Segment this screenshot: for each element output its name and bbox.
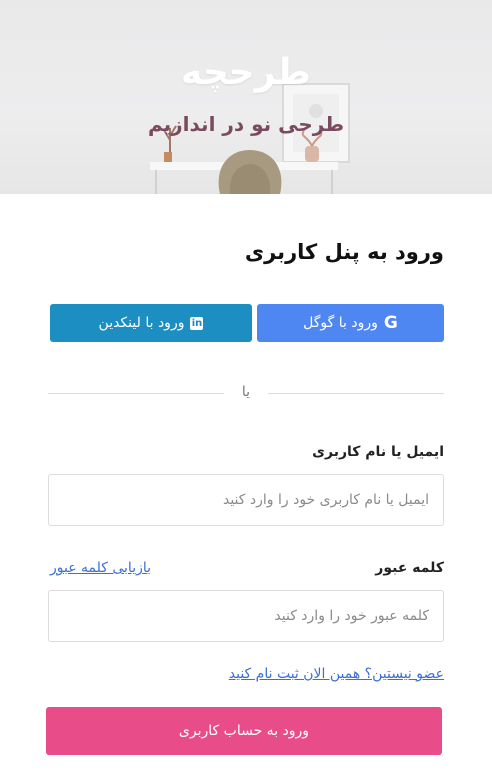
hero-tagline: طرحی نو در اندازیم [147, 112, 345, 136]
google-login-button[interactable]: G ورود با گوگل [257, 304, 444, 342]
password-label: کلمه عبور [375, 560, 444, 576]
username-label: ایمیل یا نام کاربری [312, 444, 444, 460]
or-label: یا [241, 384, 251, 400]
or-divider: یا [48, 384, 444, 404]
brand-logo: طرحچه [180, 52, 312, 93]
google-icon: G [383, 313, 398, 333]
login-submit-button[interactable]: ورود به حساب کاربری [46, 707, 442, 755]
register-link[interactable]: عضو نیستین؟ همین الان ثبت نام کنید [229, 666, 444, 682]
linkedin-login-button[interactable]: in ورود با لینکدین [50, 304, 252, 342]
divider-line-left [48, 393, 224, 394]
hero-banner: طرحچه طرحی نو در اندازیم [0, 0, 492, 194]
google-login-label: ورود با گوگل [303, 315, 378, 331]
linkedin-icon: in [190, 316, 204, 330]
linkedin-login-label: ورود با لینکدین [98, 315, 185, 331]
hero-background-image [150, 83, 350, 194]
page-title: ورود به پنل کاربری [244, 240, 444, 264]
forgot-password-link[interactable]: بازیابی کلمه عبور [50, 560, 151, 576]
username-input[interactable] [48, 474, 444, 526]
password-input[interactable] [48, 590, 444, 642]
